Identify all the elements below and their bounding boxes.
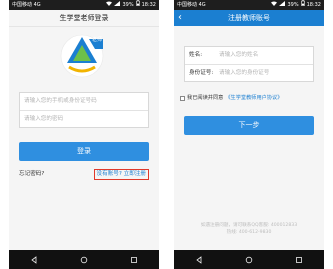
agreement-text: 我已阅读并同意	[187, 95, 224, 101]
status-bar: 中国移动 4G 39% 18:32	[174, 0, 324, 10]
home-icon[interactable]	[80, 256, 88, 264]
wifi-icon	[271, 0, 278, 10]
register-header: ‹ 注册教师账号	[174, 10, 324, 26]
battery-text: 39%	[122, 2, 134, 8]
login-form: 请输入您的手机或身份证号码 请输入您的密码	[19, 92, 149, 128]
support-line-hotline: 热线: 400-612-9830	[226, 230, 272, 235]
battery-icon	[135, 0, 140, 10]
forgot-password-link[interactable]: 忘记密码?	[19, 168, 44, 180]
register-phone: 中国移动 4G 39% 18:32 ‹ 注册教师账号 姓名: 请输入您的姓名 身…	[174, 0, 324, 269]
signal-icon	[114, 0, 121, 10]
agreement-row: 我已阅读并同意 《生学堂教师用户协议》	[180, 94, 320, 102]
recent-apps-icon[interactable]	[295, 256, 303, 264]
recent-apps-icon[interactable]	[130, 256, 138, 264]
battery-text: 39%	[287, 2, 299, 8]
screenshot-canvas: 中国移动 4G 39% 18:32 生学堂老师登录 老师 请输入您的手机或身份证…	[0, 0, 333, 269]
back-icon[interactable]	[30, 255, 38, 264]
name-label: 姓名:	[189, 52, 203, 58]
battery-icon	[300, 0, 305, 10]
carrier-text: 中国移动 4G	[12, 2, 41, 8]
page-title: 生学堂老师登录	[9, 10, 159, 27]
login-button[interactable]: 登录	[19, 142, 149, 161]
id-number-label: 身份证号:	[189, 70, 214, 76]
back-icon[interactable]	[195, 255, 203, 264]
home-icon[interactable]	[245, 256, 253, 264]
password-input[interactable]: 请输入您的密码	[20, 110, 148, 127]
login-links: 忘记密码? 没有账号? 立即注册	[19, 168, 149, 180]
android-nav-bar	[174, 250, 324, 269]
agreement-checkbox[interactable]	[180, 95, 185, 101]
page-title: 注册教师账号	[228, 14, 270, 22]
support-line-qq: 如遇注册问题，请可联系QQ客服: 400012833	[200, 223, 298, 228]
android-nav-bar	[9, 250, 159, 269]
id-number-field[interactable]: 身份证号: 请输入您的身份证号	[185, 64, 313, 81]
wifi-icon	[106, 0, 113, 10]
name-placeholder: 请输入您的姓名	[219, 52, 259, 58]
carrier-text: 中国移动 4G	[177, 2, 206, 8]
back-arrow-icon[interactable]: ‹	[178, 12, 182, 24]
login-phone: 中国移动 4G 39% 18:32 生学堂老师登录 老师 请输入您的手机或身份证…	[9, 0, 159, 269]
app-logo: 老师	[59, 33, 105, 79]
next-step-button[interactable]: 下一步	[184, 116, 314, 135]
user-agreement-link[interactable]: 《生学堂教师用户协议》	[225, 94, 282, 102]
time-text: 18:32	[306, 2, 321, 8]
time-text: 18:32	[141, 2, 156, 8]
register-form: 姓名: 请输入您的姓名 身份证号: 请输入您的身份证号	[184, 46, 314, 82]
status-bar: 中国移动 4G 39% 18:32	[9, 0, 159, 10]
name-field[interactable]: 姓名: 请输入您的姓名	[185, 47, 313, 64]
id-number-placeholder: 请输入您的身份证号	[219, 70, 270, 76]
support-footer: 如遇注册问题，请可联系QQ客服: 400012833 热线: 400-612-9…	[174, 222, 324, 236]
phone-or-id-input[interactable]: 请输入您的手机或身份证号码	[20, 93, 148, 110]
signal-icon	[279, 0, 286, 10]
logo-badge-text: 老师	[92, 37, 103, 43]
register-link[interactable]: 没有账号? 立即注册	[93, 168, 149, 180]
